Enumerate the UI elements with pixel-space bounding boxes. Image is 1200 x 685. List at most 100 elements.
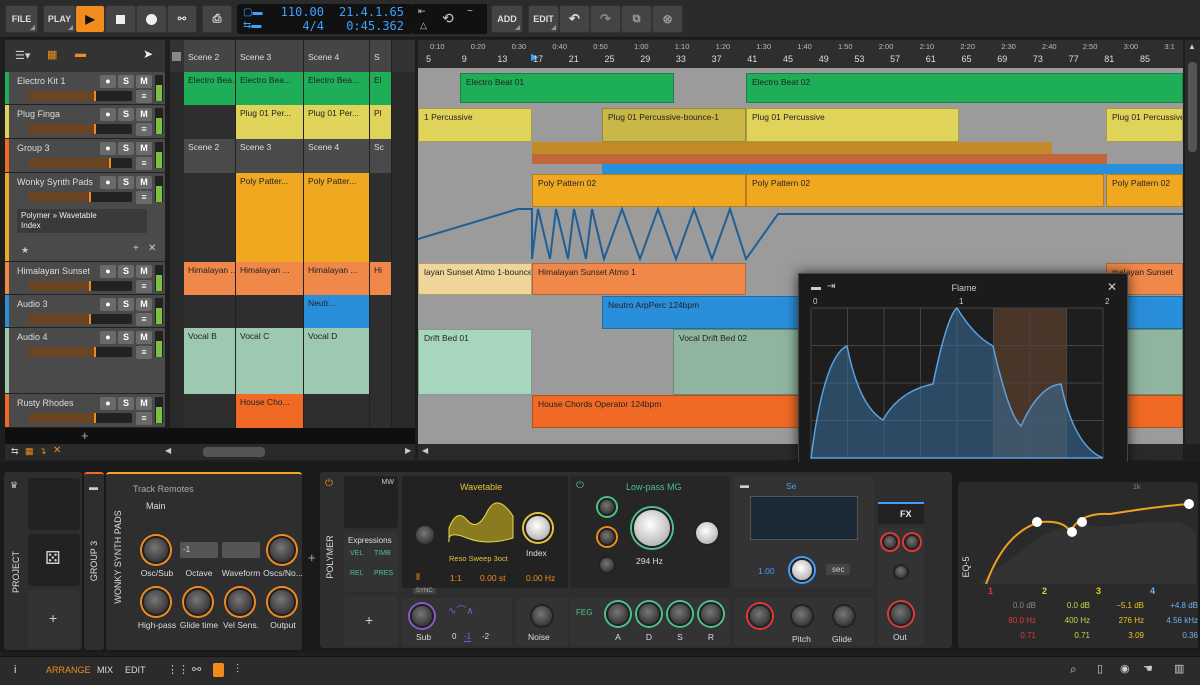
sub-knob[interactable]: [410, 604, 434, 628]
arranger-toggle-icon[interactable]: ▬: [75, 48, 86, 60]
launcher-clip[interactable]: Himalayan ...: [304, 262, 370, 295]
velocity-knob[interactable]: [748, 604, 772, 628]
track-name[interactable]: Group 3: [17, 143, 50, 153]
launcher-clip[interactable]: House Cho...: [236, 394, 304, 428]
follow-icon[interactable]: ↴: [39, 446, 47, 457]
solo-button[interactable]: S: [118, 176, 134, 189]
scene-slot[interactable]: S: [370, 40, 392, 72]
track-menu-button[interactable]: ≡: [136, 346, 152, 359]
remote-knob[interactable]: [268, 536, 296, 564]
eq-band[interactable]: 3 −5.1 dB 276 Hz 3.09: [1094, 586, 1146, 646]
scene-slot[interactable]: Scene 2: [184, 40, 236, 72]
eq-node-2[interactable]: [1077, 517, 1087, 527]
sub-waveform-icons[interactable]: ∿⌒∧: [448, 602, 474, 617]
remote-page-select[interactable]: Main: [146, 501, 166, 511]
add-menu-button[interactable]: ADD: [491, 5, 523, 33]
arranger-clip[interactable]: Plug 01 Percussive-bounce-1: [602, 108, 746, 142]
track-header[interactable]: Audio 4 ● S M ≡: [5, 328, 165, 394]
stop-all-button[interactable]: [172, 52, 181, 61]
launcher-clip[interactable]: El: [370, 72, 392, 105]
track-name[interactable]: Rusty Rhodes: [17, 398, 74, 408]
solo-button[interactable]: S: [118, 331, 134, 344]
timeline-ruler[interactable]: ▶ 0:10 0:20 0:30 0:40 0:50 1:00 1:10 1:20 1:30 1:…: [418, 40, 1183, 68]
arranger-clip[interactable]: Plug 01 Percussive: [746, 108, 959, 142]
arranger-clip[interactable]: Electro Beat 01: [460, 73, 674, 103]
mute-button[interactable]: M: [136, 331, 152, 344]
resonance-knob[interactable]: [694, 520, 720, 546]
position-bars-field[interactable]: 21.4.1.65: [332, 5, 404, 19]
loop-icon[interactable]: ⟲: [442, 10, 454, 27]
filter-env-knob[interactable]: [598, 556, 616, 574]
envelope-time-value[interactable]: 1.00: [758, 566, 775, 576]
track-name[interactable]: Audio 3: [17, 299, 48, 309]
eq-curve-graph[interactable]: [980, 492, 1196, 584]
record-arm-button[interactable]: ●: [100, 331, 116, 344]
close-icon[interactable]: ✕: [1107, 280, 1117, 294]
tab-arrange[interactable]: ARRANGE: [46, 665, 91, 675]
scrollbar-thumb[interactable]: [1188, 62, 1197, 152]
scene-slot[interactable]: Scene 3: [236, 40, 304, 72]
add-track-button[interactable]: +: [81, 428, 89, 443]
vertical-scrollbar[interactable]: ▲: [1185, 40, 1200, 444]
remote-control[interactable]: Glide time: [178, 588, 220, 638]
eq-band-frequency[interactable]: 4.56 kHz: [1166, 616, 1198, 625]
arranger-clip[interactable]: Plug 01 Percussive: [1106, 108, 1183, 142]
envelope-unit-select[interactable]: sec: [826, 564, 851, 575]
mute-button[interactable]: M: [136, 176, 152, 189]
sub-octave-0[interactable]: 0: [452, 632, 456, 641]
launcher-clip[interactable]: Vocal B: [184, 328, 236, 394]
envelope-graph[interactable]: [750, 496, 858, 540]
launcher-clip[interactable]: Poly Patter...: [236, 173, 304, 262]
speaker-icon[interactable]: ◉: [1120, 662, 1130, 675]
track-header[interactable]: Wonky Synth Pads ● S M ≡ Polymer » Wavet…: [5, 173, 165, 262]
sub-octave-minus2[interactable]: -2: [482, 632, 489, 641]
mixer-toggle-icon[interactable]: ⫶: [236, 662, 239, 677]
eq-band[interactable]: 4 +4.8 dB 4.56 kHz 0.36: [1148, 586, 1200, 646]
eq-band-q[interactable]: 0.71: [1020, 631, 1036, 640]
eq-band-gain[interactable]: −5.1 dB: [1116, 601, 1144, 610]
eq-band-q[interactable]: 0.36: [1182, 631, 1198, 640]
automation-write-button[interactable]: ⚯: [167, 5, 197, 33]
track-name[interactable]: Electro Kit 1: [17, 76, 66, 86]
arranger-clip[interactable]: Himalayan Sunset Atmo 1: [532, 263, 746, 295]
filter-type-select[interactable]: Low-pass MG: [626, 482, 682, 492]
project-add-module[interactable]: +: [28, 590, 80, 648]
project-dice-module[interactable]: ⚄: [28, 534, 80, 586]
out-knob[interactable]: [889, 602, 913, 626]
record-arm-button[interactable]: ●: [100, 397, 116, 410]
crossfade-icon[interactable]: ~: [467, 6, 473, 17]
swap-icon[interactable]: ⇆: [11, 446, 19, 457]
expr-pres[interactable]: PRES: [374, 570, 393, 577]
time-signature-field[interactable]: 4/4: [277, 19, 324, 33]
oscillator-type-select[interactable]: Wavetable: [460, 482, 502, 492]
volume-slider[interactable]: [29, 192, 132, 202]
launcher-clip[interactable]: Sc: [370, 139, 392, 173]
launcher-clip[interactable]: Himalayan ...: [236, 262, 304, 295]
eq-band[interactable]: 2 0.0 dB 400 Hz 0.71: [1040, 586, 1092, 646]
pan-knob[interactable]: [882, 534, 898, 550]
envelope-knob[interactable]: [668, 602, 692, 626]
remote-control[interactable]: Waveform: [220, 536, 262, 586]
volume-slider[interactable]: [29, 158, 132, 168]
track-name[interactable]: Himalayan Sunset: [17, 266, 90, 276]
track-menu-button[interactable]: ≡: [136, 412, 152, 425]
undo-button[interactable]: ↶: [559, 5, 590, 33]
keytrack-icon[interactable]: ⦀: [416, 572, 420, 583]
favorite-icon[interactable]: ★: [21, 245, 29, 256]
browser-toggle-icon[interactable]: ⋮⋮: [167, 663, 189, 676]
edit-menu-button[interactable]: EDIT: [528, 5, 559, 33]
scroll-left-icon[interactable]: ◀: [422, 446, 428, 455]
track-name[interactable]: Audio 4: [17, 332, 48, 342]
eq-node-1[interactable]: [1032, 517, 1042, 527]
record-arm-button[interactable]: ●: [100, 142, 116, 155]
power-icon[interactable]: ⏻: [325, 478, 333, 489]
launcher-clip[interactable]: Pl: [370, 105, 392, 139]
remote-knob[interactable]: [268, 588, 296, 616]
eq-band-frequency[interactable]: 80.0 Hz: [1008, 616, 1036, 625]
filter-keytrack-knob[interactable]: [598, 528, 616, 546]
launcher-clip[interactable]: Vocal C: [236, 328, 304, 394]
flame-curve-graph[interactable]: 0 1 2: [799, 296, 1129, 466]
launcher-clip[interactable]: [304, 394, 370, 428]
track-menu-button[interactable]: ≡: [136, 313, 152, 326]
clear-icon[interactable]: ✕: [53, 445, 61, 456]
